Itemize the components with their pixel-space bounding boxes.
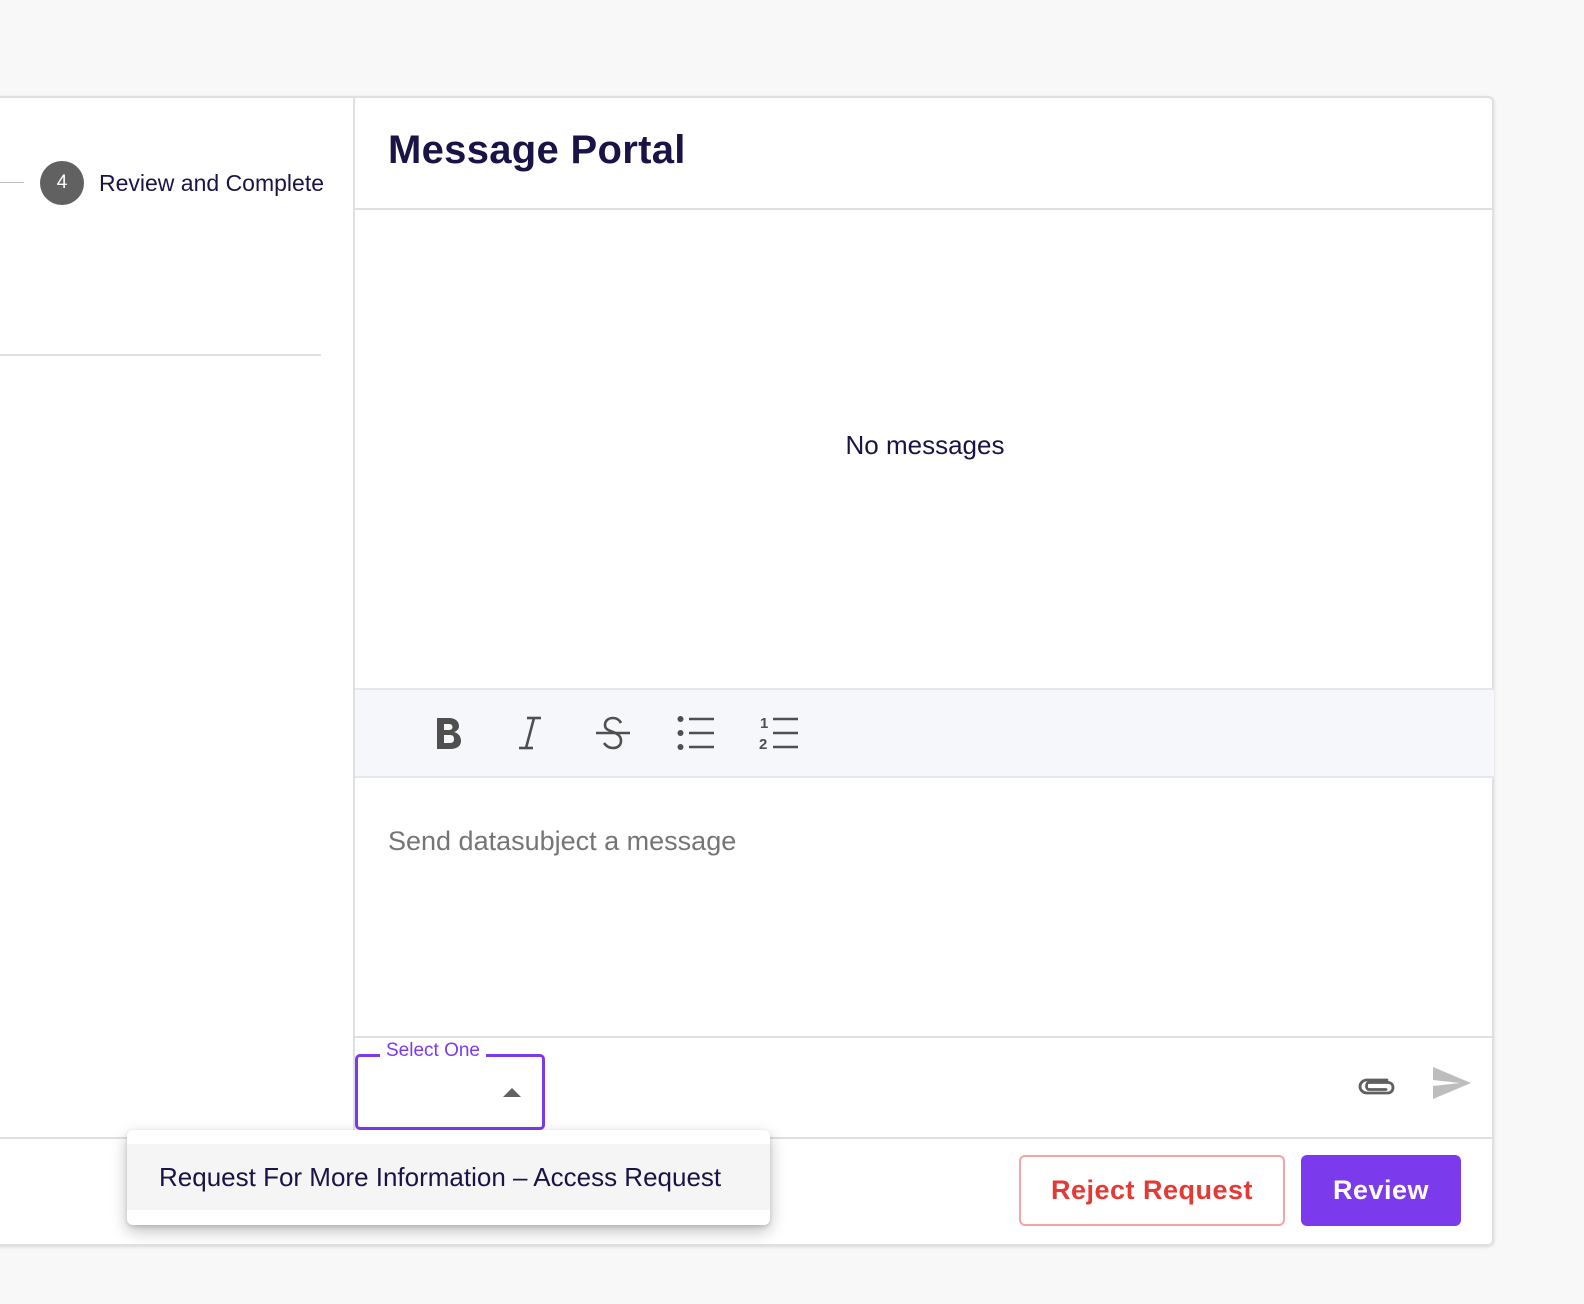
step-number-badge[interactable]: 4	[40, 161, 84, 205]
svg-text:1: 1	[760, 715, 768, 732]
portal-header: Message Portal	[355, 96, 1494, 210]
template-select[interactable]: Select One	[355, 1040, 545, 1130]
send-icon[interactable]	[1429, 1060, 1475, 1106]
strikethrough-icon[interactable]	[588, 708, 638, 758]
no-messages-text: No messages	[845, 430, 1005, 460]
message-actions-bar: Select One	[355, 1036, 1494, 1138]
formatting-toolbar: 1 2	[355, 688, 1494, 778]
bulleted-list-icon[interactable]	[671, 708, 721, 758]
chevron-up-icon[interactable]	[503, 1088, 521, 1097]
message-input[interactable]	[355, 778, 1494, 1036]
italic-icon[interactable]	[505, 708, 555, 758]
bold-icon[interactable]	[423, 708, 473, 758]
step-label[interactable]: Review and Complete	[99, 170, 324, 197]
paperclip-icon[interactable]	[1355, 1064, 1399, 1108]
svg-text:2: 2	[759, 736, 767, 752]
template-dropdown-menu: Request For More Information – Access Re…	[127, 1130, 770, 1225]
stepper-connector	[0, 182, 24, 183]
portal-title: Message Portal	[388, 128, 686, 172]
numbered-list-icon[interactable]: 1 2	[754, 708, 804, 758]
dropdown-option[interactable]: Request For More Information – Access Re…	[127, 1144, 770, 1210]
left-panel-divider	[0, 354, 321, 356]
reject-request-button[interactable]: Reject Request	[1019, 1155, 1285, 1226]
select-label: Select One	[380, 1040, 486, 1062]
review-button[interactable]: Review	[1301, 1155, 1461, 1226]
message-portal: Message Portal No messages 1 2 Send data…	[353, 96, 1494, 1138]
